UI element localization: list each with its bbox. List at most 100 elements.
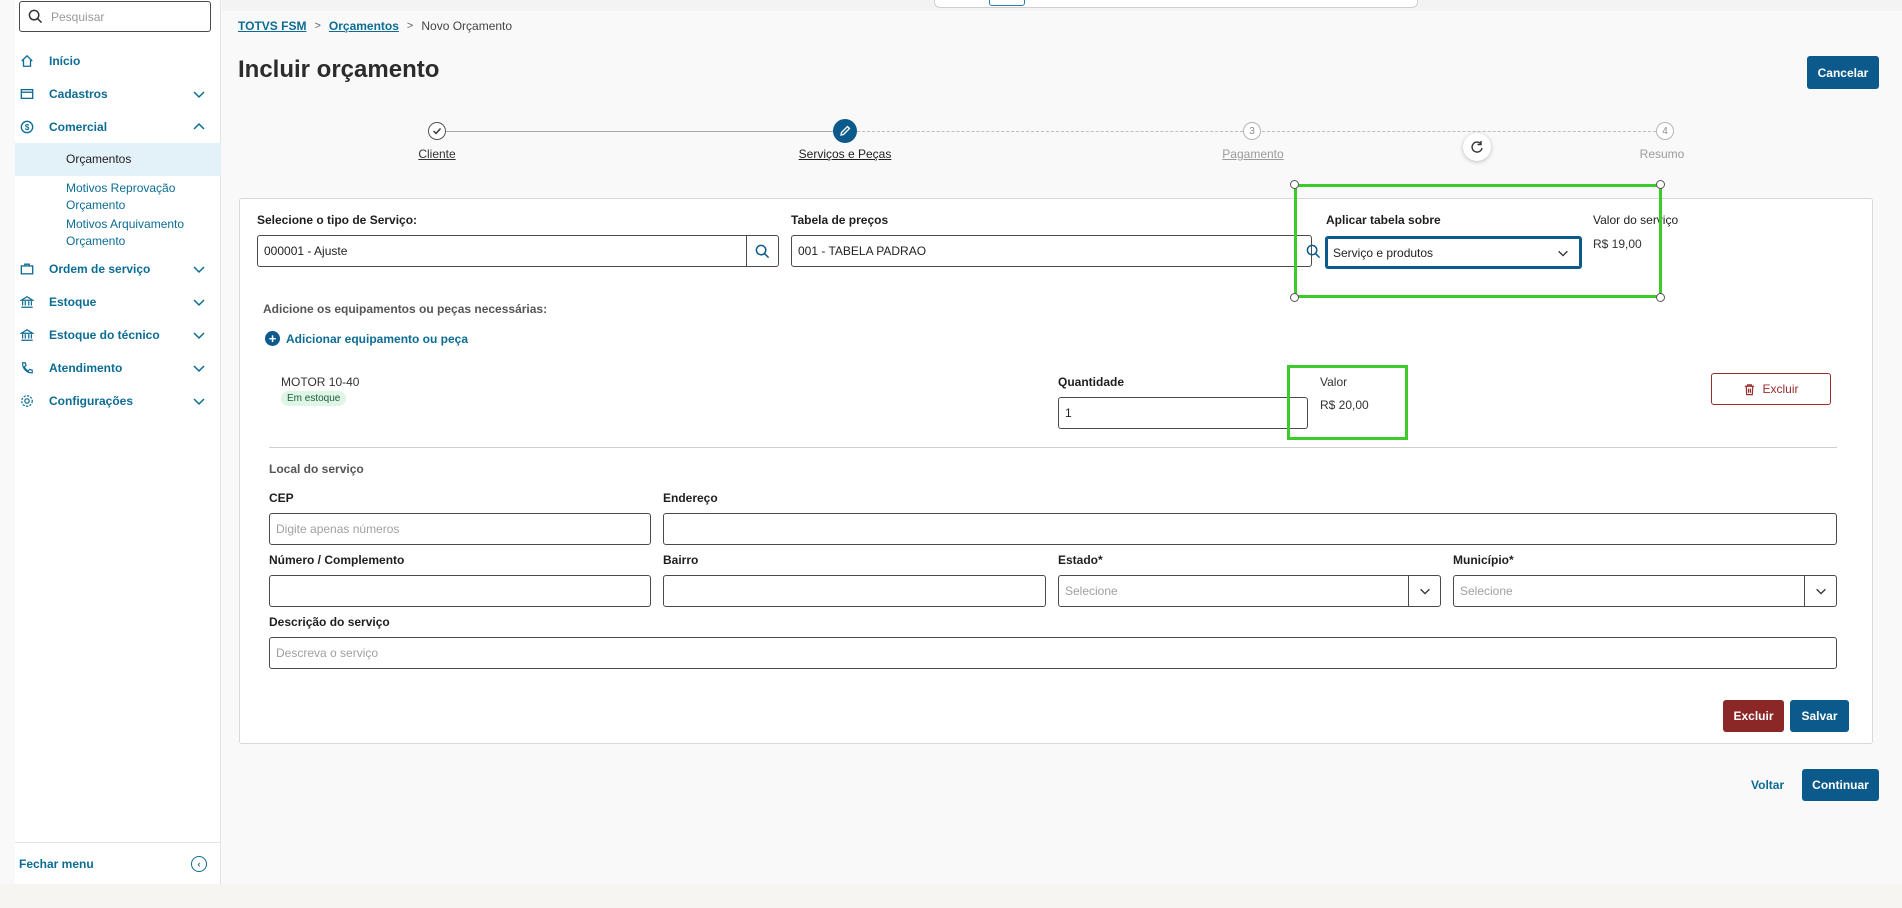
chevron-down-icon [193,365,205,373]
resize-handle [1290,180,1299,189]
floating-toolbar[interactable] [934,0,1418,8]
step-label-resumo[interactable]: Resumo [1640,147,1685,161]
price-table-label: Tabela de preços [791,213,889,227]
add-equipment-link[interactable]: + Adicionar equipamento ou peça [265,331,468,346]
cep-placeholder: Digite apenas números [276,522,400,536]
continue-button[interactable]: Continuar [1802,769,1879,801]
sidebar-subitem-orcamentos[interactable]: Orçamentos [15,143,221,176]
chevron-down-icon [193,266,205,274]
step-cliente-check-icon[interactable] [428,122,446,140]
step-label-cliente[interactable]: Cliente [418,147,455,161]
service-type-label: Selecione o tipo de Serviço: [257,213,418,227]
sidebar-subitem-motivos-reprovacao[interactable]: Motivos Reprovação Orçamento [66,176,211,216]
district-label: Bairro [663,553,699,567]
top-strip [222,0,1902,11]
description-label: Descrição do serviço [269,615,390,629]
step-pagamento-circle[interactable]: 3 [1243,122,1261,140]
sidebar-search-input[interactable]: Pesquisar [19,1,211,32]
bank-icon [19,294,35,310]
back-link[interactable]: Voltar [1751,778,1784,792]
resize-handle [1290,293,1299,302]
sidebar-item-ordem-servico[interactable]: Ordem de serviço [15,252,221,285]
sidebar-item-cadastros[interactable]: Cadastros [15,77,221,110]
refresh-cursor-icon [1471,141,1483,153]
search-icon [28,9,43,24]
district-input[interactable] [663,575,1046,607]
sidebar: Pesquisar Início Cadastros $ Comercial O… [15,0,221,884]
step-connector [857,131,1243,132]
city-select[interactable]: Selecione [1453,575,1837,607]
breadcrumb-section-link[interactable]: Orçamentos [329,19,399,33]
chevron-down-icon [193,332,205,340]
chevron-left-icon: ‹ [191,856,207,872]
sidebar-item-comercial[interactable]: $ Comercial [15,110,221,143]
briefcase-icon [19,261,35,277]
sidebar-item-estoque[interactable]: Estoque [15,285,221,318]
trash-icon [1745,383,1755,395]
dollar-icon: $ [19,119,35,135]
divider [269,447,1837,448]
cep-input[interactable]: Digite apenas números [269,513,651,545]
breadcrumb-current: Novo Orçamento [421,19,513,33]
state-placeholder: Selecione [1065,584,1118,598]
service-type-input[interactable]: 000001 - Ajuste [257,235,779,267]
sidebar-item-estoque-tecnico[interactable]: Estoque do técnico [15,318,221,351]
service-type-value: 000001 - Ajuste [264,244,348,258]
number-label: Número / Complemento [269,553,405,567]
delete-button[interactable]: Excluir [1723,700,1784,732]
state-select[interactable]: Selecione [1058,575,1441,607]
address-input[interactable] [663,513,1837,545]
breadcrumb-root-link[interactable]: TOTVS FSM [238,19,306,33]
price-table-value: 001 - TABELA PADRAO [798,244,927,258]
close-menu-button[interactable]: Fechar menu ‹ [15,842,221,884]
chevron-down-icon [1804,576,1836,606]
add-equipment-label: Adicionar equipamento ou peça [286,331,469,346]
sidebar-subitem-motivos-arquivamento[interactable]: Motivos Arquivamento Orçamento [66,216,211,252]
chevron-down-icon [193,91,205,99]
delete-item-button[interactable]: Excluir [1711,373,1831,405]
toolbar-indicator [989,0,1025,6]
cancel-button[interactable]: Cancelar [1807,56,1879,89]
description-placeholder: Descreva o serviço [276,646,379,660]
step-label-pagamento[interactable]: Pagamento [1222,147,1283,161]
bottom-band [0,884,1902,908]
chevron-right-icon: > [314,20,321,32]
cards-icon [19,86,35,102]
cep-label: CEP [269,491,294,505]
bank-icon [19,327,35,343]
step-resumo-circle[interactable]: 4 [1656,122,1674,140]
city-label: Município* [1453,553,1514,567]
chevron-down-icon [193,299,205,307]
address-label: Endereço [663,491,718,505]
page-title: Incluir orçamento [238,56,440,83]
chevron-down-icon [193,398,205,406]
floating-action-button[interactable] [1463,133,1491,161]
phone-icon [19,360,35,376]
sidebar-item-configuracoes[interactable]: Configurações [15,384,221,417]
step-label-servicos[interactable]: Serviços e Peças [799,147,892,161]
quantity-input[interactable]: 1 [1058,397,1308,429]
step-servicos-pencil-icon[interactable] [833,119,857,143]
item-name: MOTOR 10-40 [281,375,360,389]
sidebar-item-atendimento[interactable]: Atendimento [15,351,221,384]
quantity-value: 1 [1065,406,1072,420]
equipment-heading: Adicione os equipamentos ou peças necess… [263,302,548,316]
sidebar-item-inicio[interactable]: Início [15,44,221,77]
save-button[interactable]: Salvar [1790,700,1849,732]
close-menu-label: Fechar menu [19,856,94,871]
stock-badge: Em estoque [281,391,347,406]
svg-text:$: $ [25,123,30,132]
number-input[interactable] [269,575,651,607]
delete-item-label: Excluir [1762,382,1799,396]
step-connector [1262,131,1656,132]
resize-handle [1656,293,1665,302]
search-placeholder: Pesquisar [51,9,105,24]
breadcrumb: TOTVS FSM > Orçamentos > Novo Orçamento [238,19,512,33]
price-table-input[interactable]: 001 - TABELA PADRAO [791,235,1320,267]
description-input[interactable]: Descreva o serviço [269,637,1837,669]
home-icon [19,53,35,69]
quantity-label: Quantidade [1058,375,1125,389]
state-label: Estado* [1058,553,1103,567]
search-icon[interactable] [746,236,778,266]
chevron-down-icon [1408,576,1440,606]
